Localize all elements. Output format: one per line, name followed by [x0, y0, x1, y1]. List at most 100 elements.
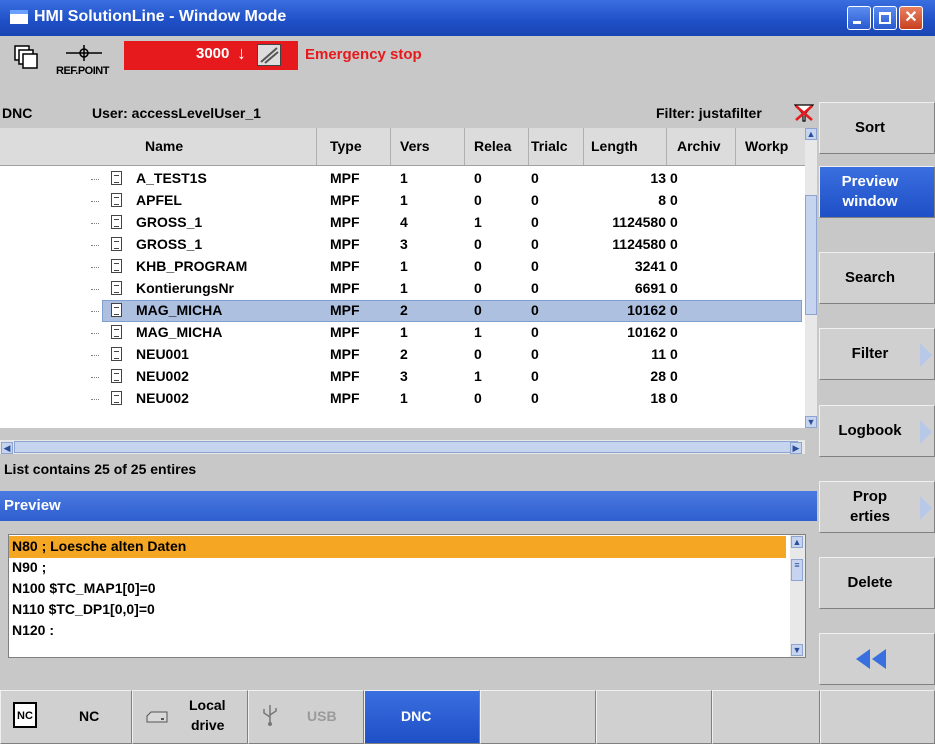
scroll-up-icon[interactable]: ▲ [805, 128, 817, 140]
tree-connector [91, 267, 99, 269]
cell-name: GROSS_1 [136, 236, 203, 252]
properties-softkey[interactable]: Prop erties [819, 481, 935, 533]
empty-softkey[interactable] [712, 690, 820, 744]
cell-trialc: 0 [531, 170, 539, 186]
cell-trialc: 0 [531, 324, 539, 340]
cell-archiv: 0 [670, 280, 678, 296]
file-icon [111, 303, 122, 317]
empty-softkey[interactable] [480, 690, 596, 744]
cell-type: MPF [330, 368, 360, 384]
cell-type: MPF [330, 258, 360, 274]
table-row[interactable]: NEU002 MPF 3 1 0 28 0 [0, 366, 805, 388]
table-row[interactable]: KontierungsNr MPF 1 0 0 6691 0 [0, 278, 805, 300]
sort-softkey[interactable]: Sort [819, 102, 935, 154]
scroll-down-icon[interactable]: ▼ [805, 416, 817, 428]
tree-connector [91, 223, 99, 225]
app-icon [10, 10, 28, 24]
table-row[interactable]: MAG_MICHA MPF 1 1 0 10162 0 [0, 322, 805, 344]
delete-softkey[interactable]: Delete [819, 557, 935, 609]
softkey-label: Search [844, 269, 896, 286]
scroll-right-icon[interactable]: ▶ [790, 442, 802, 454]
minimize-button[interactable] [847, 6, 871, 30]
preview-scrollbar[interactable] [790, 535, 805, 657]
preview-title: Preview [4, 497, 61, 514]
col-trialc[interactable]: Trialc [531, 138, 568, 154]
window-title: HMI SolutionLine - Window Mode [34, 8, 287, 25]
alarm-box[interactable]: 3000 ↓ [124, 41, 298, 70]
cell-trialc: 0 [531, 280, 539, 296]
softkey-label: Sort [855, 119, 885, 136]
tree-connector [91, 377, 99, 379]
cell-vers: 3 [400, 368, 408, 384]
cell-name: MAG_MICHA [136, 324, 223, 340]
cell-archiv: 0 [670, 214, 678, 230]
empty-softkey[interactable] [820, 690, 935, 744]
dnc-softkey[interactable]: DNC [364, 690, 480, 744]
file-icon [111, 259, 122, 273]
file-icon [111, 325, 122, 339]
preview-line: N120 : [12, 622, 55, 638]
scroll-left-icon[interactable]: ◀ [1, 442, 13, 454]
maximize-button[interactable] [873, 6, 897, 30]
cell-trialc: 0 [531, 214, 539, 230]
close-icon: ✕ [904, 9, 918, 26]
logbook-softkey[interactable]: Logbook [819, 405, 935, 457]
preview-scroll-down-icon[interactable]: ▼ [791, 644, 803, 656]
cell-type: MPF [330, 280, 360, 296]
nc-softkey[interactable]: NC NC [0, 690, 132, 744]
cell-vers: 1 [400, 170, 408, 186]
softkey-label: Preview [841, 173, 899, 190]
down-arrow-icon: ↓ [237, 43, 246, 63]
col-name[interactable]: Name [145, 138, 183, 154]
preview-scroll-up-icon[interactable]: ▲ [791, 536, 803, 548]
filter-icon[interactable] [794, 104, 814, 122]
cell-name: NEU002 [136, 368, 189, 384]
cell-name: APFEL [136, 192, 182, 208]
refpoint-label: REF.POINT [56, 65, 109, 77]
cell-length: 28 [650, 368, 666, 384]
col-length[interactable]: Length [591, 138, 638, 154]
table-row[interactable]: NEU002 MPF 1 0 0 18 0 [0, 388, 805, 410]
local-drive-softkey[interactable]: Local drive [132, 690, 248, 744]
window-mode-icon[interactable] [14, 45, 38, 69]
acknowledge-icon[interactable] [257, 44, 281, 66]
table-row[interactable]: KHB_PROGRAM MPF 1 0 0 3241 0 [0, 256, 805, 278]
cell-vers: 1 [400, 390, 408, 406]
col-vers[interactable]: Vers [400, 138, 430, 154]
table-row[interactable]: GROSS_1 MPF 3 0 0 1124580 0 [0, 234, 805, 256]
cell-archiv: 0 [670, 390, 678, 406]
vertical-scroll-thumb[interactable] [805, 195, 817, 315]
cell-type: MPF [330, 236, 360, 252]
horizontal-scroll-thumb[interactable] [14, 441, 798, 453]
col-archiv[interactable]: Archiv [677, 138, 721, 154]
file-icon [111, 391, 122, 405]
usb-softkey[interactable]: USB [248, 690, 364, 744]
table-row[interactable]: NEU001 MPF 2 0 0 11 0 [0, 344, 805, 366]
cell-archiv: 0 [670, 302, 678, 318]
cell-vers: 3 [400, 236, 408, 252]
filter-label: Filter: justafilter [656, 105, 762, 121]
cell-type: MPF [330, 170, 360, 186]
table-row[interactable]: GROSS_1 MPF 4 1 0 1124580 0 [0, 212, 805, 234]
table-row[interactable]: MAG_MICHA MPF 2 0 0 10162 0 [0, 300, 805, 322]
cell-length: 8 [658, 192, 666, 208]
table-row[interactable]: APFEL MPF 1 0 0 8 0 [0, 190, 805, 212]
col-relea[interactable]: Relea [474, 138, 511, 154]
empty-softkey[interactable] [596, 690, 712, 744]
table-row[interactable]: A_TEST1S MPF 1 0 0 13 0 [0, 168, 805, 190]
col-type[interactable]: Type [330, 138, 362, 154]
back-softkey[interactable] [819, 633, 935, 685]
filter-softkey[interactable]: Filter [819, 328, 935, 380]
cell-length: 10162 [627, 324, 666, 340]
cell-vers: 1 [400, 280, 408, 296]
tree-connector [91, 311, 99, 313]
preview-line: N80 ; Loesche alten Daten [12, 538, 187, 554]
preview-scroll-thumb[interactable]: ≡ [791, 559, 803, 581]
col-workp[interactable]: Workp [745, 138, 788, 154]
preview-window-softkey[interactable]: Preview window [819, 166, 935, 218]
nc-icon: NC [13, 702, 37, 728]
cell-relea: 1 [474, 368, 482, 384]
search-softkey[interactable]: Search [819, 252, 935, 304]
close-button[interactable]: ✕ [899, 6, 923, 30]
cell-length: 1124580 [612, 214, 666, 230]
